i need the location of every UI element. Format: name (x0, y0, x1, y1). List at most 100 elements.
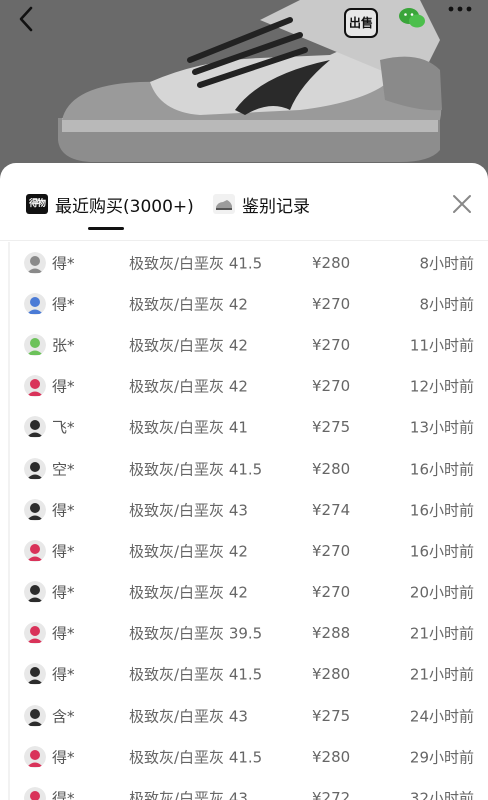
sell-button[interactable]: 出售 (344, 8, 378, 38)
dewu-logo-icon: 得物 (26, 194, 48, 214)
buyer-name: 得* (52, 789, 75, 800)
more-options-button[interactable] (448, 6, 480, 40)
list-item: 得* 极致灰/白垩灰 42 ¥270 16小时前 (0, 530, 488, 571)
purchase-time: 13小时前 (409, 418, 474, 437)
product-spec: 极致灰/白垩灰 43 (129, 707, 248, 726)
buyer-name: 含* (52, 707, 75, 726)
purchase-time: 16小时前 (409, 542, 474, 561)
buyer-name: 得* (52, 501, 75, 520)
purchase-time: 21小时前 (409, 624, 474, 643)
product-spec: 极致灰/白垩灰 41 (129, 418, 248, 437)
tab-recent-purchases-label: 最近购买(3000+) (55, 196, 194, 217)
close-icon (453, 195, 471, 213)
product-image: 出售 (0, 0, 488, 175)
purchase-price: ¥288 (312, 624, 351, 643)
purchase-price: ¥280 (312, 747, 351, 766)
avatar (24, 745, 46, 768)
buyer-name: 得* (52, 295, 75, 314)
buyer-name: 得* (52, 254, 75, 273)
buyer-name: 得* (52, 665, 75, 684)
buyer-name: 得* (52, 542, 75, 561)
buyer-name: 空* (52, 460, 75, 479)
purchase-price: ¥270 (312, 583, 351, 602)
buyer-name: 得* (52, 748, 75, 767)
list-item: 张* 极致灰/白垩灰 42 ¥270 11小时前 (0, 324, 488, 365)
recent-purchases-sheet: 得物 最近购买(3000+) 鉴别记录 得* 极致灰/白垩灰 41.5 ¥280 8小… (0, 163, 488, 800)
purchase-time: 29小时前 (409, 748, 474, 767)
wechat-icon (399, 8, 425, 28)
avatar (24, 704, 46, 727)
product-spec: 极致灰/白垩灰 41.5 (129, 254, 263, 273)
purchase-time: 16小时前 (409, 501, 474, 520)
purchase-price: ¥270 (312, 541, 351, 560)
more-icon (448, 6, 472, 12)
product-spec: 极致灰/白垩灰 43 (129, 789, 248, 800)
tab-authentication-label: 鉴别记录 (242, 196, 310, 217)
purchase-price: ¥275 (312, 706, 351, 725)
purchase-list: 得* 极致灰/白垩灰 41.5 ¥280 8小时前 得* 极致灰/白垩灰 42 ¥270 8小… (0, 242, 488, 800)
purchase-price: ¥270 (312, 294, 351, 313)
back-arrow-icon (19, 6, 33, 32)
purchase-time: 32小时前 (409, 789, 474, 800)
buyer-name: 得* (52, 624, 75, 643)
list-item: 得* 极致灰/白垩灰 41.5 ¥280 8小时前 (0, 242, 488, 283)
buyer-name: 得* (52, 583, 75, 602)
purchase-time: 8小时前 (419, 254, 474, 273)
purchase-time: 11小时前 (409, 336, 474, 355)
purchase-price: ¥280 (312, 253, 351, 272)
avatar (24, 581, 46, 604)
avatar (24, 251, 46, 274)
purchase-price: ¥274 (312, 500, 351, 519)
purchase-time: 24小时前 (409, 707, 474, 726)
purchase-time: 20小时前 (409, 583, 474, 602)
close-button[interactable] (449, 191, 475, 217)
tab-authentication-records[interactable]: 鉴别记录 (213, 189, 310, 219)
back-button[interactable] (18, 6, 48, 40)
buyer-name: 飞* (52, 418, 75, 437)
avatar (24, 457, 46, 480)
avatar (24, 375, 46, 398)
product-spec: 极致灰/白垩灰 42 (129, 377, 248, 396)
product-spec: 极致灰/白垩灰 43 (129, 501, 248, 520)
list-item: 得* 极致灰/白垩灰 42 ¥270 12小时前 (0, 366, 488, 407)
list-item: 含* 极致灰/白垩灰 43 ¥275 24小时前 (0, 695, 488, 736)
buyer-name: 张* (52, 336, 75, 355)
active-tab-indicator (88, 227, 124, 230)
product-spec: 极致灰/白垩灰 39.5 (129, 624, 263, 643)
purchase-price: ¥270 (312, 377, 351, 396)
list-item: 飞* 极致灰/白垩灰 41 ¥275 13小时前 (0, 407, 488, 448)
purchase-time: 12小时前 (409, 377, 474, 396)
product-spec: 极致灰/白垩灰 41.5 (129, 665, 263, 684)
avatar (24, 333, 46, 356)
list-item: 得* 极致灰/白垩灰 41.5 ¥280 29小时前 (0, 736, 488, 777)
avatar (24, 539, 46, 562)
avatar (24, 498, 46, 521)
list-item: 得* 极致灰/白垩灰 42 ¥270 20小时前 (0, 572, 488, 613)
purchase-price: ¥275 (312, 418, 351, 437)
product-spec: 极致灰/白垩灰 42 (129, 295, 248, 314)
list-item: 空* 极致灰/白垩灰 41.5 ¥280 16小时前 (0, 448, 488, 489)
product-spec: 极致灰/白垩灰 41.5 (129, 748, 263, 767)
list-item: 得* 极致灰/白垩灰 43 ¥272 32小时前 (0, 777, 488, 800)
wechat-share-button[interactable] (398, 6, 430, 40)
avatar (24, 292, 46, 315)
sell-icon: 出售 (348, 16, 373, 30)
avatar (24, 622, 46, 645)
buyer-name: 得* (52, 377, 75, 396)
list-item: 得* 极致灰/白垩灰 41.5 ¥280 21小时前 (0, 654, 488, 695)
purchase-price: ¥272 (312, 789, 351, 800)
avatar (24, 663, 46, 686)
list-item: 得* 极致灰/白垩灰 39.5 ¥288 21小时前 (0, 613, 488, 654)
tab-recent-purchases[interactable]: 得物 最近购买(3000+) (26, 189, 194, 219)
purchase-time: 21小时前 (409, 665, 474, 684)
purchase-time: 16小时前 (409, 460, 474, 479)
purchase-price: ¥280 (312, 459, 351, 478)
avatar (24, 416, 46, 439)
sheet-tabs: 得物 最近购买(3000+) 鉴别记录 (0, 163, 488, 241)
product-spec: 极致灰/白垩灰 42 (129, 542, 248, 561)
purchase-price: ¥280 (312, 665, 351, 684)
list-item: 得* 极致灰/白垩灰 43 ¥274 16小时前 (0, 489, 488, 530)
list-item: 得* 极致灰/白垩灰 42 ¥270 8小时前 (0, 283, 488, 324)
purchase-price: ¥270 (312, 335, 351, 354)
product-spec: 极致灰/白垩灰 42 (129, 336, 248, 355)
